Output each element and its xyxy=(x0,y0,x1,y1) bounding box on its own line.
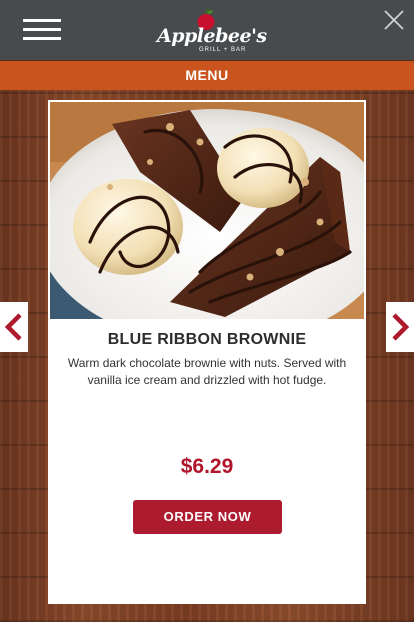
item-price: $6.29 xyxy=(180,455,234,478)
hamburger-menu-icon[interactable] xyxy=(23,19,61,41)
order-now-button[interactable]: ORDER NOW xyxy=(133,500,282,534)
brownie-food-image xyxy=(50,102,364,319)
menu-title-bar[interactable]: MENU xyxy=(0,61,414,90)
close-icon[interactable] xyxy=(384,10,404,30)
logo-wordmark: Applebee's xyxy=(157,25,267,47)
menu-title: MENU xyxy=(185,67,229,83)
item-description: Warm dark chocolate brownie with nuts. S… xyxy=(67,356,347,387)
next-item-button[interactable] xyxy=(386,302,414,352)
item-title: BLUE RIBBON BROWNIE xyxy=(107,331,307,348)
chevron-left-icon xyxy=(4,313,22,341)
chevron-right-icon xyxy=(392,313,410,341)
menu-item-card: BLUE RIBBON BROWNIE Warm dark chocolate … xyxy=(48,100,366,604)
logo-subtitle: GRILL + BAR xyxy=(199,47,247,53)
previous-item-button[interactable] xyxy=(0,302,28,352)
app-header: Applebee's GRILL + BAR xyxy=(0,0,414,60)
applebees-logo[interactable]: Applebee's GRILL + BAR xyxy=(157,6,267,56)
